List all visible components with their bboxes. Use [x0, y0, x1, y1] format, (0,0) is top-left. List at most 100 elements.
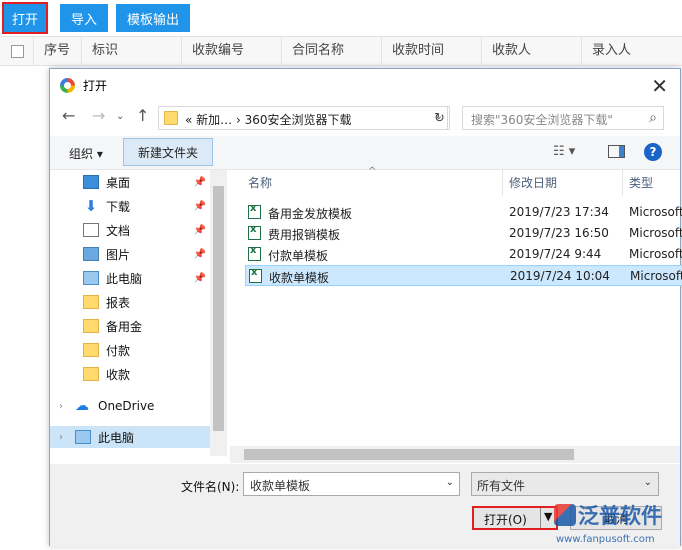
chevron-down-icon[interactable]: ⌄ [446, 477, 454, 488]
folder-icon [83, 343, 99, 357]
column-header[interactable]: 收款时间 [381, 37, 481, 65]
excel-file-icon [249, 267, 262, 283]
file-date: 2019/7/24 9:44 [509, 247, 602, 261]
onedrive-icon: ☁ [75, 398, 89, 414]
dialog-titlebar: 打开 ✕ [50, 69, 680, 101]
file-row-selected[interactable]: 收款单模板 2019/7/24 10:04 Microsoft [245, 265, 682, 286]
close-icon[interactable]: ✕ [651, 74, 668, 98]
column-header[interactable]: 录入人 [581, 37, 682, 65]
column-divider[interactable] [622, 170, 623, 196]
refresh-icon[interactable]: ↻ [430, 106, 450, 130]
organize-menu[interactable]: 组织 ▾ [69, 145, 103, 162]
nav-item-this-pc-root[interactable]: › 此电脑 [50, 426, 210, 448]
file-type: Microsoft [630, 269, 682, 283]
nav-item-label: OneDrive [98, 399, 155, 413]
import-button[interactable]: 导入 [60, 4, 108, 32]
file-type: Microsoft [629, 247, 682, 261]
search-icon[interactable]: ⌕ [649, 110, 657, 126]
column-date[interactable]: 修改日期 [509, 170, 557, 196]
template-export-button[interactable]: 模板输出 [116, 4, 190, 32]
open-file-dialog: 打开 ✕ ← → ⌄ ↑ « 新加… › 360安全浏览器下载 ⌄ ↻ 搜索"3… [49, 68, 682, 547]
dialog-open-button[interactable]: 打开(O) ▼ [472, 506, 558, 530]
filename-label: 文件名(N): [181, 480, 240, 494]
nav-item-folder[interactable]: 报表 [50, 291, 210, 313]
column-name[interactable]: 名称 [248, 170, 272, 196]
file-type: Microsoft [629, 205, 682, 219]
nav-item-label: 备用金 [106, 319, 143, 334]
address-path[interactable]: « 新加… › 360安全浏览器下载 [185, 111, 352, 128]
filename-value[interactable]: 收款单模板 [250, 477, 310, 494]
nav-item-folder[interactable]: 收款 [50, 363, 210, 385]
nav-item-label: 收款 [106, 367, 131, 382]
file-row[interactable]: 备用金发放模板 2019/7/23 17:34 Microsoft [245, 202, 682, 223]
nav-item-documents[interactable]: 文档 📌 [50, 219, 210, 241]
select-all-checkbox[interactable] [11, 45, 24, 58]
desktop-icon [83, 175, 99, 189]
nav-item-folder[interactable]: 付款 [50, 339, 210, 361]
nav-item-this-pc[interactable]: 此电脑 📌 [50, 267, 210, 289]
nav-item-label: 下载 [106, 199, 131, 214]
documents-icon [83, 223, 99, 237]
preview-pane-icon[interactable] [608, 145, 625, 158]
browser-logo-icon [60, 78, 75, 93]
filetype-select[interactable]: 所有文件 ⌄ [471, 472, 659, 496]
new-folder-button[interactable]: 新建文件夹 [123, 138, 213, 166]
address-row: ← → ⌄ ↑ « 新加… › 360安全浏览器下载 ⌄ ↻ 搜索"360安全浏… [50, 103, 680, 133]
dropdown-arrow-icon[interactable]: ▼ [544, 510, 552, 523]
nav-item-downloads[interactable]: ⬇ 下载 📌 [50, 195, 210, 217]
expand-chevron-icon[interactable]: › [59, 432, 63, 443]
pin-icon: 📌 [193, 224, 206, 236]
search-input[interactable]: 搜索"360安全浏览器下载" ⌕ [462, 106, 664, 130]
column-header[interactable]: 序号 [33, 37, 81, 65]
pc-icon [83, 271, 99, 285]
open-button-label: 打开(O) [484, 513, 527, 527]
filename-input[interactable]: 收款单模板 ⌄ [243, 472, 460, 496]
chevron-down-icon[interactable]: ⌄ [644, 477, 652, 488]
excel-file-icon [248, 245, 261, 261]
sort-caret-icon: ^ [368, 166, 377, 177]
address-bar[interactable]: « 新加… › 360安全浏览器下载 ⌄ [158, 106, 448, 130]
expand-chevron-icon[interactable]: › [59, 401, 63, 412]
navigation-pane: 桌面 📌 ⬇ 下载 📌 文档 📌 图片 📌 此电脑 📌 报表 备用金 付款 收款… [50, 170, 210, 456]
column-header[interactable]: 合同名称 [281, 37, 381, 65]
scrollbar-thumb[interactable] [244, 449, 574, 460]
scrollbar-thumb[interactable] [213, 186, 224, 431]
column-type[interactable]: 类型 [629, 170, 653, 196]
column-header[interactable]: 收款编号 [181, 37, 281, 65]
dialog-title: 打开 [83, 79, 108, 93]
nav-item-label: 桌面 [106, 175, 131, 190]
nav-scrollbar[interactable] [210, 170, 227, 456]
table-header: 序号 标识 收款编号 合同名称 收款时间 收款人 录入人 [0, 36, 682, 66]
up-arrow-icon[interactable]: ↑ [136, 106, 149, 125]
forward-arrow-icon[interactable]: → [92, 106, 105, 125]
nav-item-folder[interactable]: 备用金 [50, 315, 210, 337]
column-header[interactable]: 标识 [81, 37, 181, 65]
recent-dropdown-icon[interactable]: ⌄ [116, 111, 124, 122]
back-arrow-icon[interactable]: ← [62, 106, 75, 125]
view-options-icon[interactable]: ☷ ▾ [553, 144, 575, 159]
file-type: Microsoft [629, 226, 682, 240]
folder-icon [83, 319, 99, 333]
cancel-button[interactable]: 取消 [570, 506, 662, 530]
help-icon[interactable]: ? [644, 143, 662, 161]
nav-item-onedrive[interactable]: › ☁ OneDrive [50, 395, 210, 417]
nav-item-pictures[interactable]: 图片 📌 [50, 243, 210, 265]
column-divider[interactable] [502, 170, 503, 196]
file-row[interactable]: 付款单模板 2019/7/24 9:44 Microsoft [245, 244, 682, 265]
file-row[interactable]: 费用报销模板 2019/7/23 16:50 Microsoft [245, 223, 682, 244]
file-name: 备用金发放模板 [268, 207, 353, 221]
nav-item-label: 文档 [106, 223, 131, 238]
nav-item-desktop[interactable]: 桌面 📌 [50, 171, 210, 193]
open-button[interactable]: 打开 [2, 2, 48, 34]
file-list: ^ 名称 修改日期 类型 备用金发放模板 2019/7/23 17:34 Mic… [230, 166, 682, 460]
column-header[interactable]: 收款人 [481, 37, 581, 65]
split-divider [540, 508, 541, 528]
download-icon: ⬇ [84, 197, 98, 215]
folder-icon [164, 111, 178, 125]
excel-file-icon [248, 224, 261, 240]
pc-icon [75, 430, 91, 444]
nav-item-label: 报表 [106, 295, 131, 310]
file-list-hscrollbar[interactable] [230, 446, 680, 463]
filetype-value: 所有文件 [477, 479, 526, 493]
search-placeholder: 搜索"360安全浏览器下载" [471, 113, 613, 127]
